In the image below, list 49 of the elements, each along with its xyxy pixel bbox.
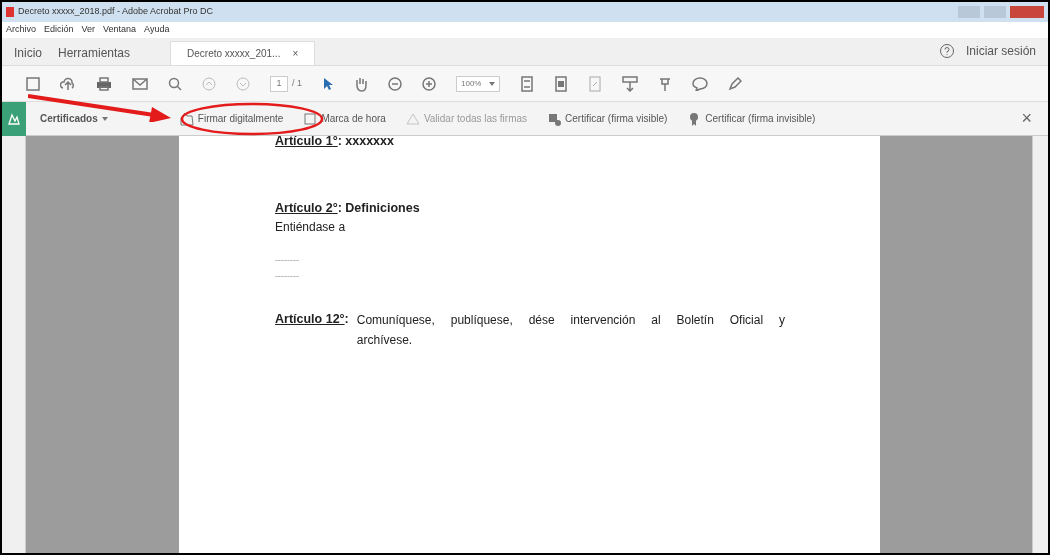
certificates-menu[interactable]: Certificados [40, 111, 108, 126]
upload-icon[interactable] [60, 76, 76, 91]
article-heading: Artículo 1°: xxxxxxx [275, 133, 395, 150]
pointer-icon[interactable] [322, 76, 334, 91]
app-icon [6, 7, 14, 17]
tool-icon [303, 111, 318, 126]
menu-item[interactable]: Ventana [103, 23, 137, 37]
zoom-in-icon[interactable] [422, 76, 436, 91]
page-number-field[interactable]: 1 [270, 75, 288, 92]
print-icon[interactable] [96, 76, 112, 91]
save-icon[interactable] [26, 76, 40, 91]
tab[interactable]: Inicio [14, 41, 42, 65]
toolbar-tool: Validar todas las firmas [405, 111, 528, 126]
scroll-mode-icon[interactable] [554, 75, 569, 92]
tool-icon [405, 111, 420, 126]
close-icon[interactable]: × [292, 46, 299, 61]
window-title: Decreto xxxxx_2018.pdf - Adobe Acrobat Pro DC [18, 5, 214, 19]
search-icon[interactable] [168, 76, 182, 91]
article-heading: Artículo 2°: Definiciones [275, 199, 421, 217]
toolbar-tool[interactable]: Marca de hora [303, 111, 386, 126]
article-text: -------- [275, 269, 300, 283]
toolbar-tool[interactable]: Certificar (firma visible) [547, 111, 668, 126]
mail-icon[interactable] [132, 77, 148, 90]
article-text: Entiéndase a [275, 218, 347, 236]
caret-icon [489, 81, 496, 86]
menu-item[interactable]: Ayuda [144, 23, 170, 37]
menu-item[interactable]: Edición [44, 23, 74, 37]
article-text: Comuníquese, publíquese, dése intervención al Boletín Oficial y archívese. [356, 311, 785, 349]
sign-in-link[interactable]: Iniciar sesión [965, 42, 1036, 60]
scrollbar[interactable] [1032, 136, 1048, 553]
tool-icon [547, 111, 562, 126]
zoom-dropdown[interactable]: 100% [456, 75, 501, 92]
tab[interactable]: Decreto xxxxx_201... × [170, 41, 316, 65]
page-total: / 1 [292, 76, 302, 90]
menu-item[interactable]: Ver [81, 23, 96, 37]
article-heading: Artículo 12°: [275, 310, 349, 328]
pin-icon[interactable] [658, 75, 673, 92]
read-mode-icon[interactable] [622, 75, 639, 92]
fit-page-icon[interactable] [520, 75, 535, 92]
tab[interactable]: Herramientas [58, 41, 131, 65]
comment-icon[interactable] [692, 76, 709, 91]
pen-icon[interactable] [728, 76, 743, 91]
caret-icon [101, 116, 108, 121]
menu-item[interactable]: Archivo [6, 23, 36, 37]
zoom-out-icon[interactable] [388, 76, 402, 91]
close-icon[interactable]: × [1021, 105, 1032, 132]
toolbar-tool[interactable]: Certificar (firma invisible) [687, 111, 816, 126]
hand-icon[interactable] [354, 75, 368, 92]
article-text: -------- [275, 253, 300, 267]
